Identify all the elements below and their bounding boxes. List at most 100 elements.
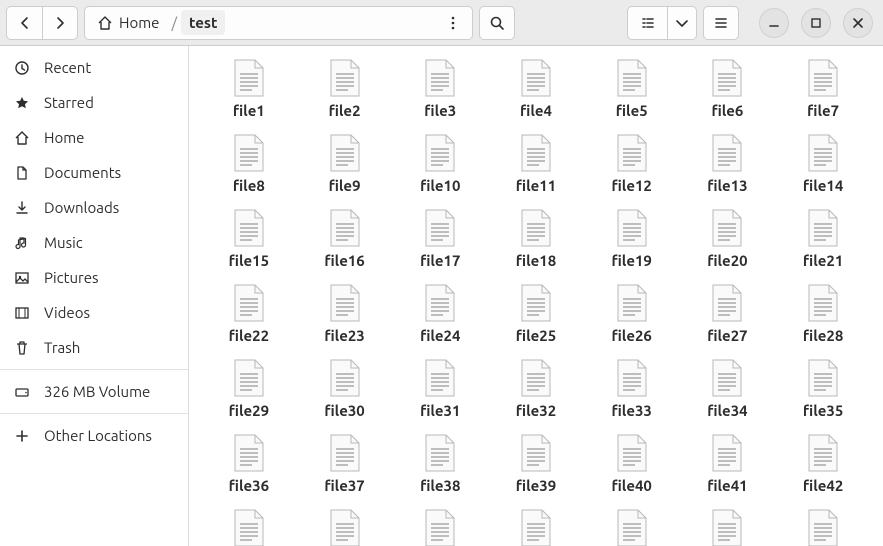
search-button[interactable] xyxy=(479,6,515,40)
file-label: file1 xyxy=(233,102,265,119)
forward-button[interactable] xyxy=(42,6,78,40)
file-view: file1 file2file3file4file5file6file7 file8… xyxy=(189,46,883,546)
file-item[interactable]: file36 xyxy=(201,429,297,496)
sidebar-item-starred[interactable]: Starred xyxy=(0,85,188,120)
file-item[interactable]: file35 xyxy=(775,354,871,421)
file-item[interactable]: file49 xyxy=(775,504,871,546)
sidebar-separator xyxy=(0,413,188,414)
file-item[interactable]: file1 xyxy=(201,54,297,121)
close-button[interactable] xyxy=(843,8,873,38)
file-item[interactable]: file43 xyxy=(201,504,297,546)
file-item[interactable]: file16 xyxy=(297,204,393,271)
file-item[interactable]: file24 xyxy=(392,279,488,346)
view-dropdown-button[interactable] xyxy=(667,6,697,40)
file-item[interactable]: file25 xyxy=(488,279,584,346)
sidebar-item-downloads[interactable]: Downloads xyxy=(0,190,188,225)
sidebar-item-vol1[interactable]: 326 MB Volume xyxy=(0,374,188,409)
file-item[interactable]: file12 xyxy=(584,129,680,196)
file-label: file33 xyxy=(611,402,651,419)
sidebar-item-label: Trash xyxy=(44,339,80,356)
text-file-icon xyxy=(803,131,843,175)
file-item[interactable]: file2 xyxy=(297,54,393,121)
path-bar[interactable]: Home / test xyxy=(84,6,473,40)
file-item[interactable]: file20 xyxy=(680,204,776,271)
sidebar-item-recent[interactable]: Recent xyxy=(0,50,188,85)
sidebar-item-home[interactable]: Home xyxy=(0,120,188,155)
file-label: file9 xyxy=(329,177,361,194)
sidebar-item-music[interactable]: Music xyxy=(0,225,188,260)
file-label: file25 xyxy=(516,327,556,344)
file-item[interactable]: file33 xyxy=(584,354,680,421)
document-icon xyxy=(14,165,30,181)
sidebar-item-trash[interactable]: Trash xyxy=(0,330,188,365)
file-item[interactable]: file41 xyxy=(680,429,776,496)
file-item[interactable]: file9 xyxy=(297,129,393,196)
file-item[interactable]: file18 xyxy=(488,204,584,271)
sidebar-item-documents[interactable]: Documents xyxy=(0,155,188,190)
file-item[interactable]: file32 xyxy=(488,354,584,421)
file-item[interactable]: file34 xyxy=(680,354,776,421)
sidebar-item-label: Music xyxy=(44,234,83,251)
file-item[interactable]: file21 xyxy=(775,204,871,271)
star-icon xyxy=(14,95,30,111)
sidebar-item-other-locations[interactable]: Other Locations xyxy=(0,418,188,453)
file-item[interactable]: file46 xyxy=(488,504,584,546)
file-item[interactable]: file17 xyxy=(392,204,488,271)
chevron-left-icon xyxy=(17,15,33,31)
maximize-button[interactable] xyxy=(801,8,831,38)
text-file-icon xyxy=(229,131,269,175)
file-item[interactable]: file45 xyxy=(392,504,488,546)
file-item[interactable]: file7 xyxy=(775,54,871,121)
clock-icon xyxy=(14,60,30,76)
file-item[interactable]: file38 xyxy=(392,429,488,496)
file-item[interactable]: file30 xyxy=(297,354,393,421)
file-item[interactable]: file15 xyxy=(201,204,297,271)
text-file-icon xyxy=(707,506,747,546)
file-item[interactable]: file19 xyxy=(584,204,680,271)
sidebar-item-label: Documents xyxy=(44,164,121,181)
file-label: file17 xyxy=(420,252,460,269)
text-file-icon xyxy=(229,356,269,400)
file-item[interactable]: file10 xyxy=(392,129,488,196)
file-item[interactable]: file5 xyxy=(584,54,680,121)
file-item[interactable]: file37 xyxy=(297,429,393,496)
text-file-icon xyxy=(420,56,460,100)
sidebar-separator xyxy=(0,369,188,370)
file-item[interactable]: file40 xyxy=(584,429,680,496)
file-item[interactable]: file11 xyxy=(488,129,584,196)
text-file-icon xyxy=(325,431,365,475)
file-item[interactable]: file48 xyxy=(680,504,776,546)
text-file-icon xyxy=(612,206,652,250)
minimize-button[interactable] xyxy=(759,8,789,38)
file-item[interactable]: file39 xyxy=(488,429,584,496)
file-item[interactable]: file26 xyxy=(584,279,680,346)
hamburger-menu-button[interactable] xyxy=(703,6,739,40)
icon-view-button[interactable] xyxy=(627,6,667,40)
file-item[interactable]: file28 xyxy=(775,279,871,346)
text-file-icon xyxy=(420,356,460,400)
file-item[interactable]: file47 xyxy=(584,504,680,546)
file-item[interactable]: file29 xyxy=(201,354,297,421)
file-item[interactable]: file3 xyxy=(392,54,488,121)
file-item[interactable]: file44 xyxy=(297,504,393,546)
file-item[interactable]: file14 xyxy=(775,129,871,196)
file-item[interactable]: file31 xyxy=(392,354,488,421)
file-item[interactable]: file8 xyxy=(201,129,297,196)
breadcrumb-home[interactable]: Home xyxy=(89,10,167,35)
text-file-icon xyxy=(612,431,652,475)
sidebar-item-videos[interactable]: Videos xyxy=(0,295,188,330)
file-item[interactable]: file13 xyxy=(680,129,776,196)
file-item[interactable]: file6 xyxy=(680,54,776,121)
breadcrumb-current[interactable]: test xyxy=(181,10,225,35)
file-item[interactable]: file23 xyxy=(297,279,393,346)
file-item[interactable]: file22 xyxy=(201,279,297,346)
file-label: file21 xyxy=(803,252,843,269)
file-item[interactable]: file27 xyxy=(680,279,776,346)
file-item[interactable]: file42 xyxy=(775,429,871,496)
path-menu-button[interactable] xyxy=(438,9,468,37)
back-button[interactable] xyxy=(6,6,42,40)
sidebar-item-pictures[interactable]: Pictures xyxy=(0,260,188,295)
text-file-icon xyxy=(516,206,556,250)
file-item[interactable]: file4 xyxy=(488,54,584,121)
file-label: file37 xyxy=(324,477,364,494)
